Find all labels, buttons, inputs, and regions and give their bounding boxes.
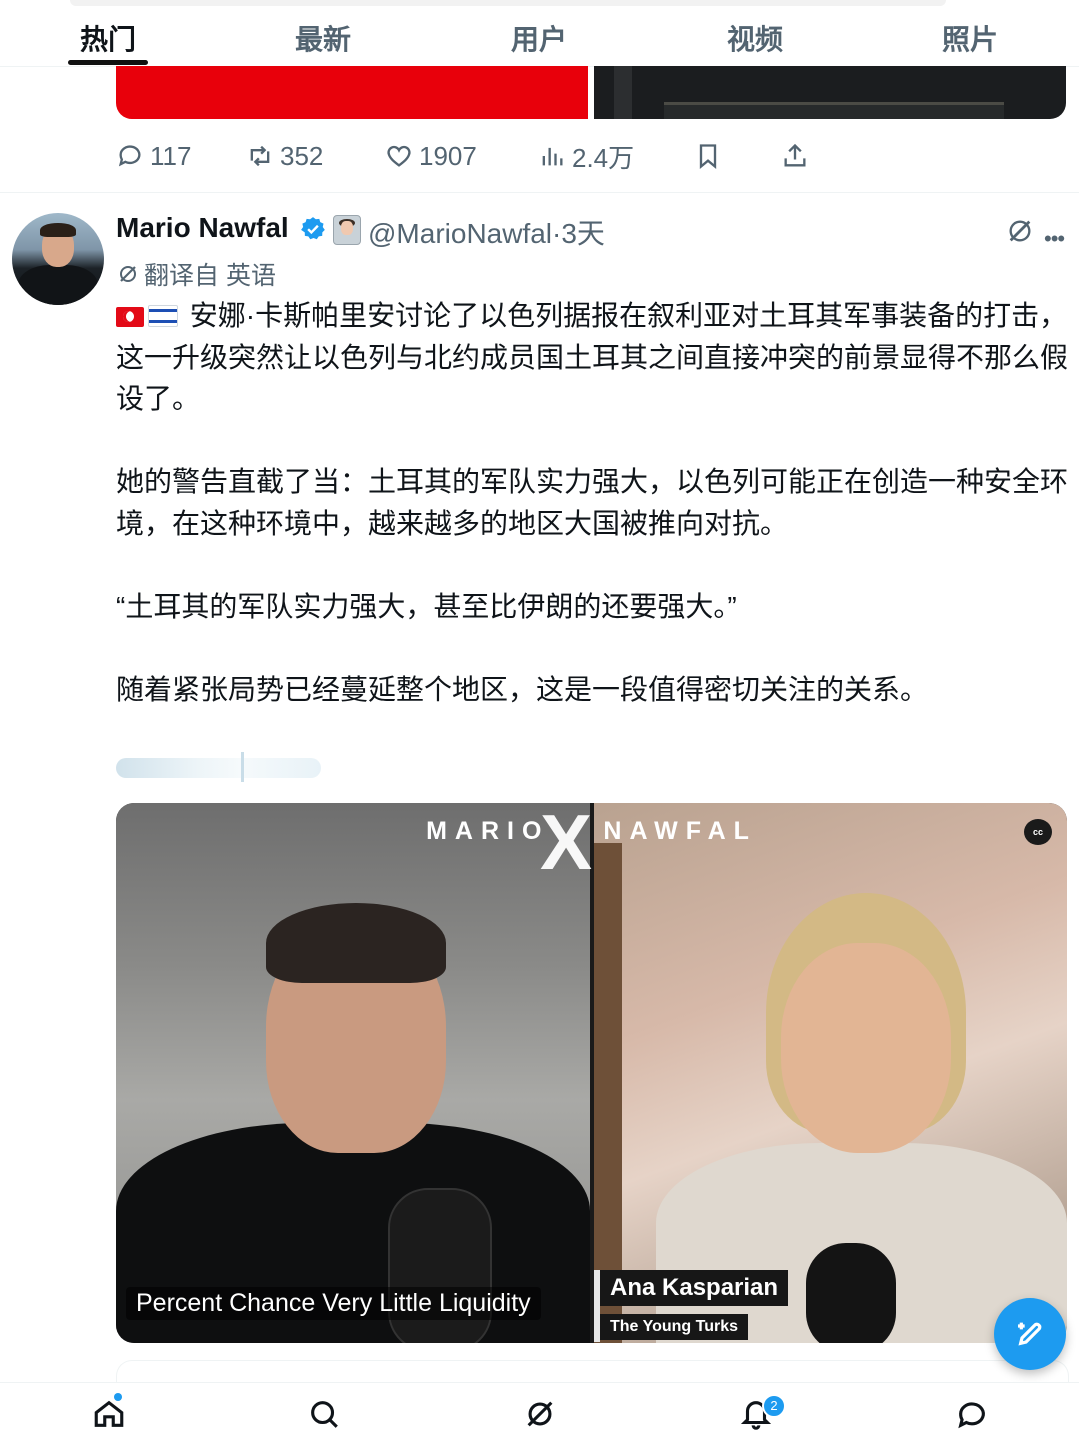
tab-photos[interactable]: 照片: [942, 18, 998, 58]
previous-tweet-media-right[interactable]: [594, 66, 1066, 119]
message-icon: [958, 1402, 985, 1429]
door-shape: [664, 102, 1004, 119]
microphone-shape: [806, 1243, 896, 1343]
share-icon: [784, 143, 806, 167]
home-icon: [94, 1400, 124, 1427]
video-caption: Percent Chance Very Little Liquidity: [126, 1287, 541, 1320]
repost-count: 352: [280, 140, 324, 171]
bookmark-icon: [699, 144, 717, 169]
affiliate-badge-face-shape: [341, 221, 353, 235]
compose-button[interactable]: [994, 1298, 1066, 1370]
tab-people[interactable]: 用户: [511, 18, 567, 58]
more-options-icon[interactable]: •••: [1044, 226, 1065, 252]
avatar[interactable]: [12, 213, 104, 305]
search-bar-remnant: [70, 0, 946, 6]
video-left-panel: [116, 803, 590, 1343]
verified-badge-icon: [301, 217, 325, 240]
tab-top[interactable]: 热门: [80, 18, 136, 58]
nav-home[interactable]: [92, 1397, 126, 1431]
bookmark-button[interactable]: [694, 136, 722, 176]
tab-latest[interactable]: 最新: [295, 18, 351, 58]
active-tab-indicator: [68, 60, 148, 65]
search-icon: [311, 1401, 338, 1428]
compose-feather-icon: [1018, 1322, 1042, 1346]
guest-name: Ana Kasparian: [600, 1270, 789, 1306]
avatar-suit-shape: [18, 265, 98, 305]
views-chart-icon: [542, 147, 563, 166]
translate-grok-icon: [120, 266, 136, 282]
repost-button[interactable]: 352: [246, 136, 323, 176]
nav-messages[interactable]: [955, 1397, 989, 1431]
notification-badge: 2: [762, 1394, 786, 1418]
turkey-flag-icon: [116, 307, 144, 327]
grok-icon[interactable]: [1006, 217, 1034, 245]
tweet-paragraph-text: 安娜·卡斯帕里安讨论了以色列据报在叙利亚对土耳其军事装备的打击，这一升级突然让以…: [116, 300, 1069, 414]
like-count: 1907: [419, 140, 477, 171]
translated-label: 翻译自 英语: [144, 262, 276, 290]
author-handle-time[interactable]: @MarioNawfal·3天: [368, 212, 605, 252]
tweet-text: 安娜·卡斯帕里安讨论了以色列据报在叙利亚对土耳其军事装备的打击，这一升级突然让以…: [116, 295, 1071, 752]
israel-flag-icon: [148, 305, 178, 327]
guest-head-shape: [781, 943, 951, 1153]
translation-indicator[interactable]: 翻译自 英语: [116, 256, 276, 292]
repost-icon: [250, 145, 270, 167]
brand-left: MARIO: [426, 817, 550, 845]
share-button[interactable]: [781, 136, 809, 176]
tweet-paragraph: 她的警告直截了当：土耳其的军队实力强大，以色列可能正在创造一种安全环境，在这种环…: [116, 466, 1069, 539]
reply-count: 117: [150, 140, 192, 171]
brand-right: NAWFAL: [603, 817, 757, 845]
views-button[interactable]: 2.4万: [538, 136, 634, 176]
reply-icon: [118, 145, 141, 167]
wood-panel-shape: [594, 843, 622, 1343]
home-unread-dot: [114, 1393, 122, 1401]
previous-tweet-actions: 117 352 1907 2.4万: [0, 136, 1079, 176]
nav-search[interactable]: [307, 1397, 341, 1431]
door-frame-shape: [614, 66, 632, 119]
affiliate-badge-icon[interactable]: [333, 215, 361, 245]
avatar-hair-shape: [40, 223, 76, 237]
views-count: 2.4万: [572, 142, 635, 173]
heart-icon: [387, 145, 411, 167]
loading-placeholder-bar: [241, 752, 244, 782]
previous-tweet-media-left[interactable]: [116, 66, 588, 119]
author-name[interactable]: Mario Nawfal: [116, 212, 289, 244]
tab-videos[interactable]: 视频: [727, 18, 783, 58]
like-button[interactable]: 1907: [385, 136, 477, 176]
bottom-navigation: [0, 1382, 1079, 1446]
guest-show: The Young Turks: [600, 1314, 749, 1340]
brand-x-logo: X: [540, 803, 593, 886]
host-hair-shape: [266, 903, 446, 983]
tweet-paragraph: “土耳其的军队实力强大，甚至比伊朗的还要强大。”: [116, 590, 737, 622]
top-tab-bar: 热门 最新 用户 视频 照片: [0, 0, 1079, 67]
tweet-paragraph: 随着紧张局势已经蔓延整个地区，这是一段值得密切关注的关系。: [116, 673, 929, 705]
nav-grok[interactable]: [523, 1397, 557, 1431]
closed-captions-icon[interactable]: cc: [1024, 819, 1052, 845]
reply-button[interactable]: 117: [116, 136, 191, 176]
grok-icon: [527, 1401, 553, 1427]
tweet-divider: [0, 192, 1079, 193]
tweet-paragraph: 安娜·卡斯帕里安讨论了以色列据报在叙利亚对土耳其军事装备的打击，这一升级突然让以…: [116, 295, 1071, 420]
tweet-video[interactable]: MARIO NAWFAL X cc Percent Chance Very Lit…: [116, 803, 1067, 1343]
loading-placeholder: [116, 758, 321, 778]
